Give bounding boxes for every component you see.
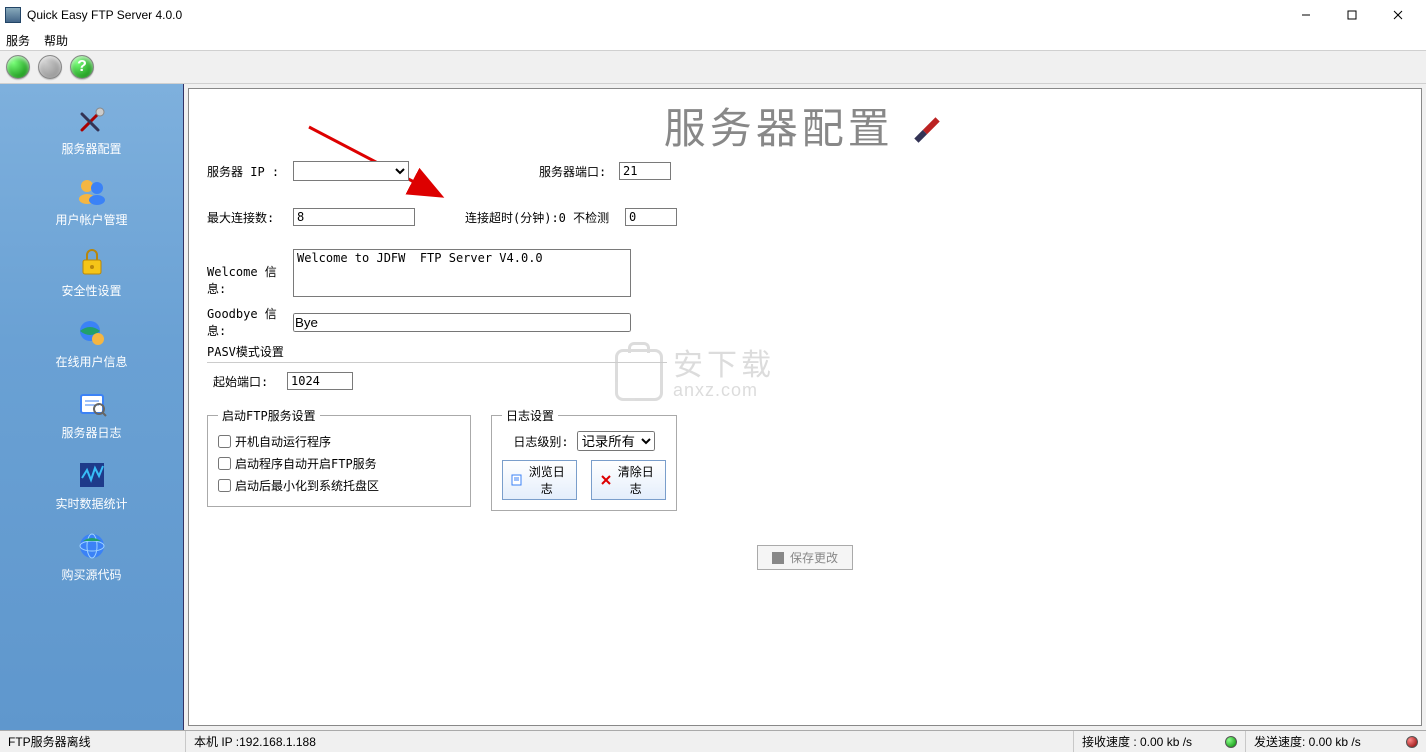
close-button[interactable] [1375, 0, 1421, 30]
stats-icon [0, 457, 183, 493]
startup-opt-autorun[interactable]: 开机自动运行程序 [218, 430, 460, 452]
timeout-input[interactable] [625, 208, 677, 226]
goodbye-input[interactable] [293, 313, 631, 332]
statusbar: FTP服务器离线 本机 IP :192.168.1.188 接收速度 : 0.0… [0, 730, 1426, 752]
max-conn-label: 最大连接数: [207, 209, 293, 226]
max-conn-input[interactable] [293, 208, 415, 226]
startup-group-legend: 启动FTP服务设置 [218, 407, 320, 424]
log-level-label: 日志级别: [513, 433, 568, 450]
sidebar-item-logs[interactable]: 服务器日志 [0, 382, 183, 447]
stop-server-button[interactable] [38, 55, 62, 79]
sidebar: 服务器配置 用户帐户管理 安全性设置 在线用户信息 服务器日志 [0, 84, 184, 730]
server-ip-label: 服务器 IP : [207, 163, 293, 180]
clear-log-button[interactable]: 清除日志 [591, 460, 666, 500]
sidebar-item-label: 实时数据统计 [0, 495, 183, 512]
window-title: Quick Easy FTP Server 4.0.0 [27, 8, 1283, 22]
sidebar-item-label: 购买源代码 [0, 566, 183, 583]
lock-icon [0, 244, 183, 280]
start-server-button[interactable] [6, 55, 30, 79]
content-wrap: 服务器配置 安下载 anxz.com 服务器 IP : [184, 84, 1426, 730]
pasv-start-port-input[interactable] [287, 372, 353, 390]
recv-led-icon [1225, 736, 1237, 748]
sidebar-item-label: 用户帐户管理 [0, 211, 183, 228]
toolbar: ? [0, 50, 1426, 84]
status-send-speed: 发送速度: 0.00 kb /s [1254, 733, 1361, 750]
content-panel: 服务器配置 安下载 anxz.com 服务器 IP : [188, 88, 1422, 726]
goodbye-label: Goodbye 信息: [207, 305, 293, 339]
welcome-label: Welcome 信息: [207, 249, 293, 297]
document-icon [511, 474, 522, 486]
sidebar-item-security[interactable]: 安全性设置 [0, 240, 183, 305]
main-area: 服务器配置 用户帐户管理 安全性设置 在线用户信息 服务器日志 [0, 84, 1426, 730]
server-ip-select[interactable] [293, 161, 409, 181]
sidebar-item-online-users[interactable]: 在线用户信息 [0, 311, 183, 376]
startup-opt-autostart[interactable]: 启动程序自动开启FTP服务 [218, 452, 460, 474]
menu-service[interactable]: 服务 [6, 32, 30, 49]
send-led-icon [1406, 736, 1418, 748]
menubar: 服务 帮助 [0, 30, 1426, 50]
sidebar-item-label: 安全性设置 [0, 282, 183, 299]
sidebar-item-server-config[interactable]: 服务器配置 [0, 98, 183, 163]
window-controls [1283, 0, 1421, 29]
delete-icon [600, 474, 611, 486]
browse-log-button[interactable]: 浏览日志 [502, 460, 577, 500]
status-recv-speed: 接收速度 : 0.00 kb /s [1082, 733, 1192, 750]
startup-group: 启动FTP服务设置 开机自动运行程序 启动程序自动开启FTP服务 启动后最小化到… [207, 407, 471, 507]
minimize-button[interactable] [1283, 0, 1329, 30]
sidebar-item-users[interactable]: 用户帐户管理 [0, 169, 183, 234]
sidebar-item-label: 服务器日志 [0, 424, 183, 441]
timeout-label: 连接超时(分钟):0 不检测 [465, 209, 625, 226]
status-local-ip: 本机 IP :192.168.1.188 [186, 731, 1074, 752]
titlebar: Quick Easy FTP Server 4.0.0 [0, 0, 1426, 30]
title-wrench-icon [908, 111, 946, 149]
save-button[interactable]: 保存更改 [757, 545, 853, 570]
welcome-input[interactable]: Welcome to JDFW FTP Server V4.0.0 [293, 249, 631, 297]
sidebar-item-stats[interactable]: 实时数据统计 [0, 453, 183, 518]
app-icon [5, 7, 21, 23]
status-server-state: FTP服务器离线 [0, 731, 186, 752]
server-port-label: 服务器端口: [539, 163, 619, 180]
help-button[interactable]: ? [70, 55, 94, 79]
sidebar-item-label: 服务器配置 [0, 140, 183, 157]
config-form: 服务器 IP : 服务器端口: 最大连接数: 连接超时(分钟):0 不检测 We [207, 157, 1403, 570]
log-group: 日志设置 日志级别: 记录所有 浏览日志 清 [491, 407, 677, 511]
globe-icon [0, 528, 183, 564]
sidebar-item-buy-source[interactable]: 购买源代码 [0, 524, 183, 589]
sidebar-item-label: 在线用户信息 [0, 353, 183, 370]
log-group-legend: 日志设置 [502, 407, 558, 424]
log-level-select[interactable]: 记录所有 [577, 431, 655, 451]
pasv-group-label: PASV模式设置 [207, 345, 284, 359]
log-icon [0, 386, 183, 422]
globe-users-icon [0, 315, 183, 351]
disk-icon [772, 552, 784, 564]
users-icon [0, 173, 183, 209]
page-title: 服务器配置 [189, 95, 1421, 156]
wrench-icon [0, 102, 183, 138]
server-port-input[interactable] [619, 162, 671, 180]
startup-opt-minimize[interactable]: 启动后最小化到系统托盘区 [218, 474, 460, 496]
menu-help[interactable]: 帮助 [44, 32, 68, 49]
maximize-button[interactable] [1329, 0, 1375, 30]
pasv-start-port-label: 起始端口: [213, 373, 287, 390]
